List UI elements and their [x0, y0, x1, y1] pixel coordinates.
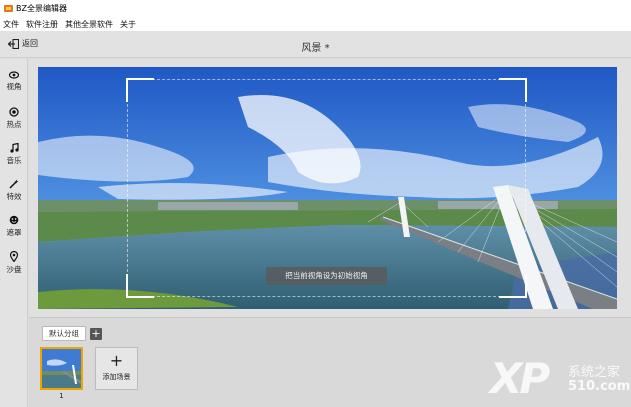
- sidebar-item-label: 音乐: [6, 156, 22, 165]
- viewfinder-frame: [126, 78, 527, 298]
- app-logo-icon: [4, 5, 13, 12]
- menu-about[interactable]: 关于: [120, 19, 136, 30]
- sidebar-item-hotspot[interactable]: 热点: [0, 107, 28, 137]
- menu-bar: 文件 软件注册 其他全景软件 关于: [0, 17, 631, 32]
- music-icon: [9, 143, 19, 153]
- sidebar-item-effects[interactable]: 特效: [0, 179, 28, 209]
- window-title: BZ全景编辑器: [16, 4, 67, 13]
- add-group-button[interactable]: +: [90, 328, 102, 340]
- sidebar: 视角 热点 音乐 特效 遮罩 沙盘: [0, 59, 28, 407]
- sidebar-item-label: 沙盘: [6, 265, 22, 274]
- set-initial-view-button[interactable]: 把当前视角设为初始视角: [266, 267, 387, 285]
- watermark-xp: XP: [490, 354, 550, 403]
- scene-thumbnail[interactable]: [40, 347, 83, 390]
- plus-icon: +: [109, 351, 124, 370]
- sidebar-item-label: 遮罩: [6, 228, 22, 237]
- sidebar-item-label: 热点: [6, 120, 22, 129]
- map-pin-icon: [10, 251, 18, 262]
- watermark-num: 510.com: [568, 379, 631, 394]
- mask-icon: [9, 215, 19, 225]
- sidebar-item-label: 特效: [6, 192, 22, 201]
- viewfinder-corner: [126, 78, 154, 102]
- eye-icon: [9, 71, 19, 79]
- scene-thumbnail-image: [42, 349, 81, 388]
- sidebar-item-label: 视角: [6, 82, 22, 91]
- menu-register[interactable]: 软件注册: [26, 19, 58, 30]
- tab-default-group[interactable]: 默认分组: [42, 326, 86, 341]
- title-bar: BZ全景编辑器: [0, 0, 631, 17]
- menu-other-software[interactable]: 其他全景软件: [65, 19, 113, 30]
- workspace: 把当前视角设为初始视角: [29, 59, 631, 317]
- watermark-cn: 系统之家: [568, 365, 621, 380]
- viewfinder-corner: [126, 274, 154, 298]
- add-scene-button[interactable]: + 添加场景: [95, 347, 138, 390]
- sidebar-item-mask[interactable]: 遮罩: [0, 215, 28, 245]
- sidebar-item-view[interactable]: 视角: [0, 71, 28, 101]
- menu-file[interactable]: 文件: [3, 19, 19, 30]
- sidebar-item-sandtable[interactable]: 沙盘: [0, 251, 28, 281]
- scene-title: 风景 *: [301, 43, 330, 54]
- editor-body: 返回 风景 * 视角 热点 音乐 特效 遮罩 沙盘 把当前视角设为初始视角 默认…: [0, 32, 631, 407]
- viewfinder-corner: [499, 78, 527, 102]
- watermark: XP 系统之家 510.com: [490, 355, 631, 407]
- panorama-viewer[interactable]: 把当前视角设为初始视角: [38, 67, 617, 309]
- hotspot-icon: [9, 107, 19, 117]
- viewfinder-corner: [499, 274, 527, 298]
- sidebar-item-music[interactable]: 音乐: [0, 143, 28, 173]
- add-scene-label: 添加场景: [102, 373, 131, 381]
- wand-icon: [9, 179, 19, 189]
- editor-header: 返回 风景 *: [0, 32, 631, 58]
- scene-number: 1: [59, 392, 64, 400]
